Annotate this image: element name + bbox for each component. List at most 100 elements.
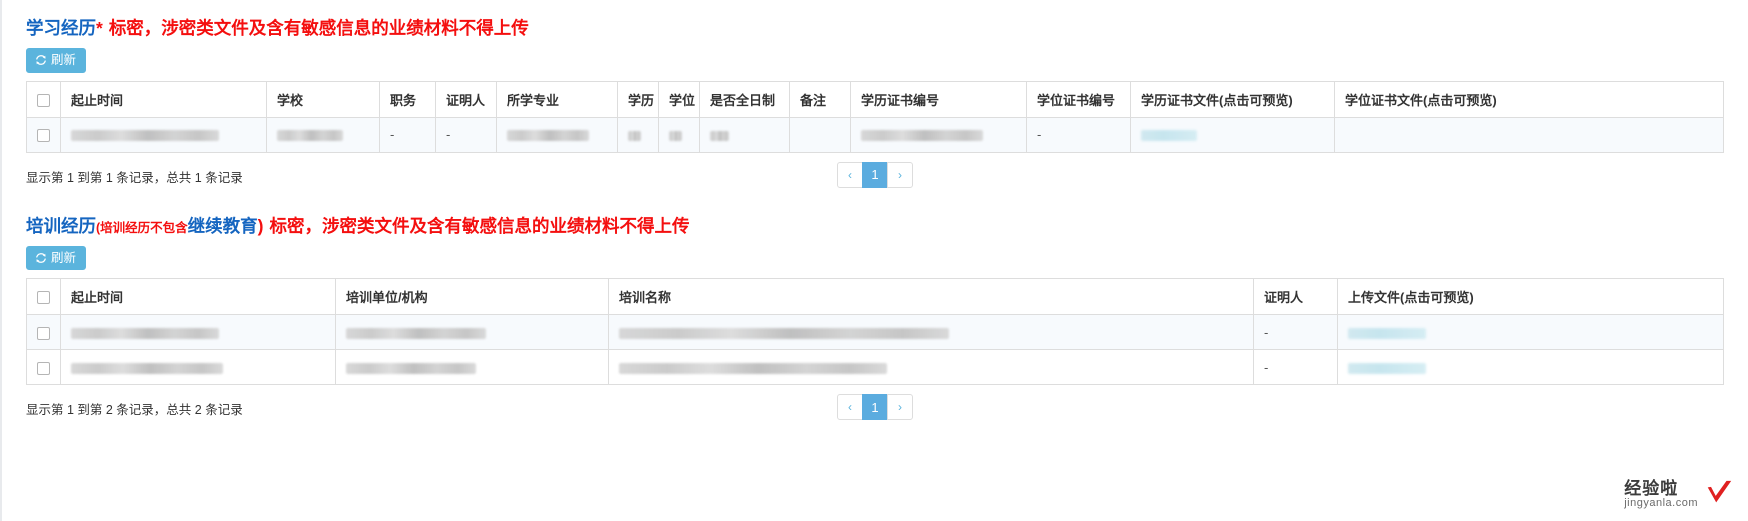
column-header-5[interactable]: 学历 <box>617 80 659 118</box>
redacted-value <box>710 130 729 141</box>
column-header-4[interactable]: 上传文件(点击可预览) <box>1337 278 1724 315</box>
select-all-header[interactable] <box>26 278 61 315</box>
column-header-3[interactable]: 证明人 <box>1253 278 1338 315</box>
select-all-checkbox[interactable] <box>37 93 50 107</box>
cell-school <box>266 116 380 153</box>
column-header-0[interactable]: 起止时间 <box>60 80 267 118</box>
section-title-study: 学习经历* 标密，涉密类文件及含有敏感信息的业绩材料不得上传 <box>26 18 1724 39</box>
cell-upload-file[interactable] <box>1337 314 1724 350</box>
checkmark-icon <box>1704 478 1734 511</box>
row-select-cell[interactable] <box>26 349 61 385</box>
column-header-3[interactable]: 证明人 <box>435 80 497 118</box>
refresh-icon <box>35 252 47 264</box>
select-all-checkbox[interactable] <box>37 291 50 305</box>
watermark-en: jingyanla.com <box>1624 496 1698 509</box>
cell-witness: - <box>435 116 497 153</box>
column-header-1[interactable]: 学校 <box>266 80 380 118</box>
refresh-icon <box>35 54 47 66</box>
pagination-prev[interactable]: ‹ <box>837 161 863 188</box>
table-footer-study: 显示第 1 到第 1 条记录，总共 1 条记录 ‹ 1 › <box>26 161 1724 196</box>
redacted-value <box>346 362 476 374</box>
section-title-main: 学习经历 <box>26 18 96 38</box>
page-root: 学习经历* 标密，涉密类文件及含有敏感信息的业绩材料不得上传 刷新 起止时间 学… <box>0 0 1748 521</box>
row-checkbox[interactable] <box>37 361 50 375</box>
record-info-study: 显示第 1 到第 1 条记录，总共 1 条记录 <box>26 170 243 185</box>
table-row[interactable]: - - - <box>26 116 1724 153</box>
section-title-main: 培训经历 <box>26 215 96 236</box>
redacted-value <box>669 130 682 141</box>
table-row[interactable]: - <box>26 349 1724 385</box>
cell-start-end-time <box>60 314 336 350</box>
column-header-4[interactable]: 所学专业 <box>496 80 618 118</box>
cell-training-name <box>608 314 1254 350</box>
cell-major <box>496 116 618 153</box>
column-header-9[interactable]: 学历证书编号 <box>850 80 1027 118</box>
pagination-study[interactable]: ‹ 1 › <box>837 161 913 188</box>
pagination-next[interactable]: › <box>887 161 913 188</box>
redacted-file-link[interactable] <box>1348 362 1426 374</box>
redacted-value <box>277 130 343 142</box>
column-header-6[interactable]: 学位 <box>658 80 700 118</box>
column-header-2[interactable]: 培训名称 <box>608 278 1254 315</box>
redacted-value <box>71 130 219 142</box>
cell-upload-file[interactable] <box>1337 349 1724 385</box>
row-checkbox[interactable] <box>37 129 50 143</box>
cell-training-org <box>335 314 609 350</box>
refresh-button-study[interactable]: 刷新 <box>26 48 87 73</box>
pagination-page-1[interactable]: 1 <box>862 394 888 420</box>
cell-remark <box>789 116 851 153</box>
section-title-paren-close: ) <box>257 215 264 236</box>
table-row[interactable]: - <box>26 314 1724 350</box>
watermark: 经验啦 jingyanla.com <box>1624 478 1734 511</box>
cell-start-end-time <box>60 116 267 153</box>
section-title-notice: 标密，涉密类文件及含有敏感信息的业绩材料不得上传 <box>269 215 690 236</box>
pagination-prev[interactable]: ‹ <box>837 394 863 420</box>
refresh-button-label: 刷新 <box>51 250 77 265</box>
select-all-header[interactable] <box>26 80 61 118</box>
column-header-0[interactable]: 起止时间 <box>60 278 336 315</box>
redacted-value <box>619 362 887 374</box>
cell-degree-cert-file[interactable] <box>1334 116 1724 153</box>
column-header-12[interactable]: 学位证书文件(点击可预览) <box>1334 80 1724 118</box>
cell-degree-cert-no: - <box>1026 116 1131 153</box>
redacted-file-link[interactable] <box>1141 130 1197 142</box>
redacted-value <box>861 130 983 142</box>
redacted-file-link[interactable] <box>1348 327 1426 339</box>
redacted-value <box>619 327 949 339</box>
row-checkbox[interactable] <box>37 326 50 340</box>
cell-education-cert-file[interactable] <box>1130 116 1335 153</box>
row-select-cell[interactable] <box>26 314 61 350</box>
table-header-row: 起止时间 培训单位/机构 培训名称 证明人 上传文件(点击可预览) <box>26 278 1724 315</box>
section-title-asterisk: * <box>96 18 103 38</box>
cell-education-cert-no <box>850 116 1027 153</box>
redacted-value <box>71 362 223 374</box>
refresh-button-label: 刷新 <box>51 53 77 67</box>
section-training-experience: 培训经历(培训经历不包含继续教育) 标密，涉密类文件及含有敏感信息的业绩材料不得上… <box>2 216 1748 429</box>
table-wrapper-study: 起止时间 学校 职务 证明人 所学专业 学历 学位 是否全日制 备注 学历证书编… <box>26 80 1724 153</box>
watermark-text: 经验啦 jingyanla.com <box>1624 478 1698 509</box>
column-header-11[interactable]: 学历证书文件(点击可预览) <box>1130 80 1335 118</box>
redacted-value <box>507 130 589 142</box>
column-header-10[interactable]: 学位证书编号 <box>1026 80 1131 118</box>
column-header-2[interactable]: 职务 <box>379 80 436 118</box>
row-select-cell[interactable] <box>26 116 61 153</box>
redacted-value <box>628 130 641 141</box>
column-header-7[interactable]: 是否全日制 <box>699 80 790 118</box>
section-title-paren-open: (培训经历不包含 <box>96 220 188 235</box>
record-info-training: 显示第 1 到第 2 条记录，总共 2 条记录 <box>26 403 243 417</box>
refresh-button-training[interactable]: 刷新 <box>26 245 87 270</box>
cell-witness: - <box>1253 314 1338 350</box>
table-header-row: 起止时间 学校 职务 证明人 所学专业 学历 学位 是否全日制 备注 学历证书编… <box>26 80 1724 118</box>
cell-start-end-time <box>60 349 336 385</box>
pagination-page-1[interactable]: 1 <box>862 161 888 188</box>
cell-training-org <box>335 349 609 385</box>
column-header-8[interactable]: 备注 <box>789 80 851 118</box>
cell-education <box>617 116 659 153</box>
column-header-1[interactable]: 培训单位/机构 <box>335 278 609 315</box>
pagination-training[interactable]: ‹ 1 › <box>837 394 913 420</box>
pagination-next[interactable]: › <box>887 394 913 420</box>
table-footer-training: 显示第 1 到第 2 条记录，总共 2 条记录 ‹ 1 › <box>26 394 1724 428</box>
table-training-experience: 起止时间 培训单位/机构 培训名称 证明人 上传文件(点击可预览) - - <box>26 278 1724 385</box>
redacted-value <box>71 327 219 339</box>
watermark-cn: 经验啦 <box>1624 478 1679 498</box>
